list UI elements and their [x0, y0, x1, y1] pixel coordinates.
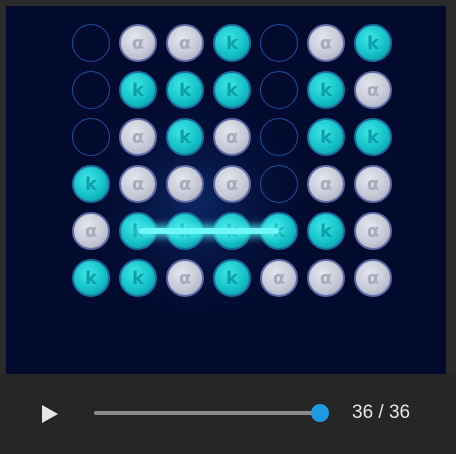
move-counter: 36 / 36 [352, 402, 411, 423]
silver-piece[interactable]: α [354, 259, 392, 297]
teal-piece-glyph: k [226, 79, 238, 101]
silver-piece-glyph: α [366, 267, 380, 289]
playback-controls: 36 / 36 [0, 374, 456, 454]
teal-piece-glyph: k [367, 126, 379, 148]
silver-piece-glyph: α [131, 32, 145, 54]
teal-piece-glyph: k [226, 32, 238, 54]
teal-piece[interactable]: k [354, 118, 392, 156]
move-slider[interactable] [94, 404, 329, 422]
play-icon [42, 405, 58, 423]
silver-piece[interactable]: α [166, 165, 204, 203]
teal-piece[interactable]: k [119, 259, 157, 297]
teal-piece-glyph: k [132, 79, 144, 101]
silver-piece[interactable]: α [119, 118, 157, 156]
game-board[interactable]: ααkαkkkkkααkαkkkααααααkkkkkαkkαkααα [6, 6, 446, 374]
teal-piece-glyph: k [367, 32, 379, 54]
move-slider-thumb[interactable] [311, 404, 329, 422]
teal-piece[interactable]: k [307, 71, 345, 109]
play-button[interactable] [36, 400, 64, 428]
teal-piece[interactable]: k [166, 118, 204, 156]
teal-piece-glyph: k [320, 79, 332, 101]
silver-piece[interactable]: α [307, 259, 345, 297]
move-slider-fill [94, 411, 320, 415]
silver-piece-glyph: α [272, 267, 286, 289]
silver-piece-glyph: α [319, 32, 333, 54]
teal-piece[interactable]: k [72, 259, 110, 297]
teal-piece-glyph: k [132, 267, 144, 289]
silver-piece-glyph: α [178, 32, 192, 54]
empty-slot[interactable] [72, 118, 110, 156]
teal-piece-glyph: k [320, 220, 332, 242]
empty-slot[interactable] [260, 118, 298, 156]
silver-piece-glyph: α [178, 173, 192, 195]
silver-piece-glyph: α [319, 267, 333, 289]
silver-piece-glyph: α [366, 220, 380, 242]
teal-piece-glyph: k [85, 173, 97, 195]
teal-piece-glyph: k [179, 126, 191, 148]
silver-piece[interactable]: α [260, 259, 298, 297]
teal-piece[interactable]: k [213, 71, 251, 109]
teal-piece[interactable]: k [72, 165, 110, 203]
teal-piece-glyph: k [226, 267, 238, 289]
silver-piece-glyph: α [131, 173, 145, 195]
silver-piece[interactable]: α [72, 212, 110, 250]
teal-piece[interactable]: k [119, 71, 157, 109]
teal-piece[interactable]: k [213, 24, 251, 62]
silver-piece-glyph: α [366, 173, 380, 195]
silver-piece[interactable]: α [166, 259, 204, 297]
silver-piece[interactable]: α [119, 165, 157, 203]
teal-piece[interactable]: k [166, 71, 204, 109]
silver-piece[interactable]: α [213, 165, 251, 203]
silver-piece-glyph: α [84, 220, 98, 242]
game-replay-frame: ααkαkkkkkααkαkkkααααααkkkkkαkkαkααα 36 /… [0, 0, 456, 454]
teal-piece[interactable]: k [307, 212, 345, 250]
game-board-area: ααkαkkkkkααkαkkkααααααkkkkkαkkαkααα [6, 6, 446, 374]
silver-piece[interactable]: α [213, 118, 251, 156]
empty-slot[interactable] [260, 71, 298, 109]
teal-piece-glyph: k [179, 79, 191, 101]
empty-slot[interactable] [260, 24, 298, 62]
silver-piece-glyph: α [319, 173, 333, 195]
silver-piece-glyph: α [225, 126, 239, 148]
teal-piece[interactable]: k [307, 118, 345, 156]
winning-line [138, 228, 279, 234]
teal-piece-glyph: k [320, 126, 332, 148]
silver-piece[interactable]: α [307, 165, 345, 203]
teal-piece[interactable]: k [213, 259, 251, 297]
silver-piece-glyph: α [178, 267, 192, 289]
silver-piece[interactable]: α [307, 24, 345, 62]
silver-piece-glyph: α [225, 173, 239, 195]
empty-slot[interactable] [260, 165, 298, 203]
teal-piece[interactable]: k [354, 24, 392, 62]
silver-piece-glyph: α [131, 126, 145, 148]
silver-piece[interactable]: α [166, 24, 204, 62]
silver-piece-glyph: α [366, 79, 380, 101]
silver-piece[interactable]: α [354, 71, 392, 109]
silver-piece[interactable]: α [119, 24, 157, 62]
silver-piece[interactable]: α [354, 165, 392, 203]
empty-slot[interactable] [72, 24, 110, 62]
teal-piece-glyph: k [85, 267, 97, 289]
empty-slot[interactable] [72, 71, 110, 109]
silver-piece[interactable]: α [354, 212, 392, 250]
